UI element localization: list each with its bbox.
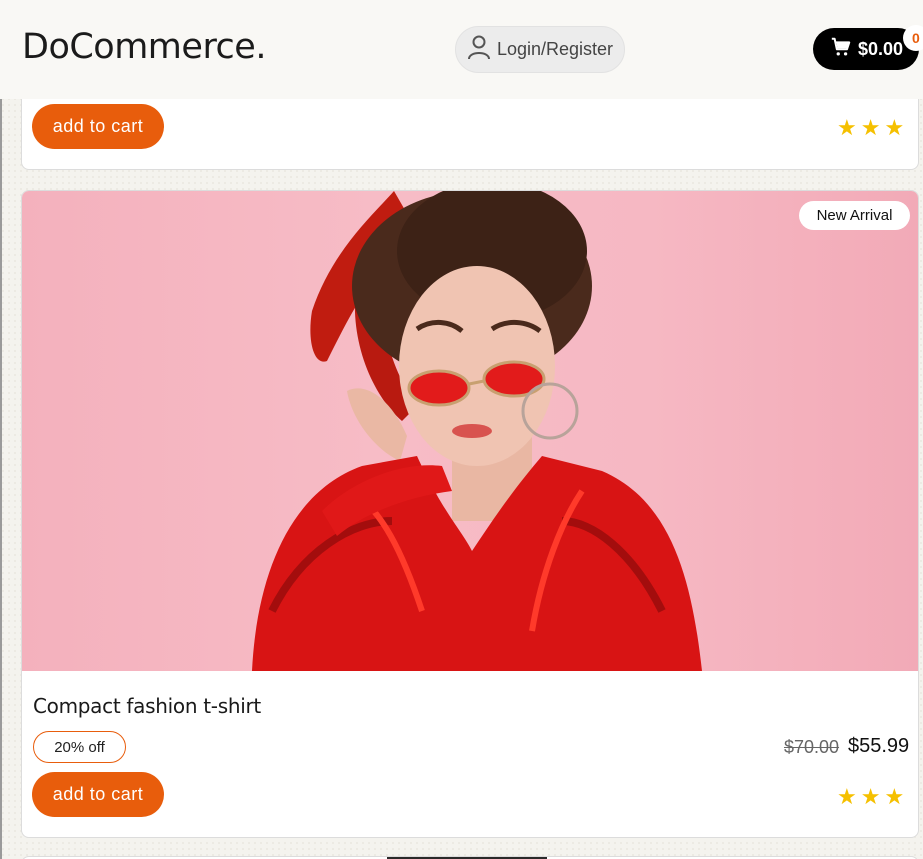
- brand-logo[interactable]: DoCommerce.: [22, 27, 266, 67]
- star-icon: ★: [860, 784, 881, 809]
- original-price: $70.00: [784, 737, 840, 757]
- cart-total: $0.00: [858, 38, 904, 59]
- product-image[interactable]: New Arrival: [22, 191, 918, 671]
- product-card: New Arrival Compact fashion t-shirt 20% …: [21, 190, 919, 838]
- user-icon: [467, 34, 491, 65]
- product-title[interactable]: Compact fashion t-shirt: [33, 694, 261, 718]
- rating-stars: ★ ★ ★: [837, 786, 904, 808]
- site-header: DoCommerce. Login/Register $0.00 0: [0, 0, 923, 99]
- cart-count-badge: 0: [903, 25, 923, 51]
- rating-stars: ★ ★ ★: [837, 117, 904, 139]
- sale-price: $55.99: [848, 735, 910, 757]
- discount-badge: 20% off: [33, 731, 126, 763]
- star-icon: ★: [860, 115, 881, 140]
- cart-icon: [830, 36, 852, 63]
- login-register-label: Login/Register: [496, 39, 614, 59]
- login-register-button[interactable]: Login/Register: [455, 26, 625, 73]
- star-icon: ★: [837, 784, 857, 809]
- new-arrival-badge: New Arrival: [799, 201, 910, 230]
- star-icon: ★: [884, 115, 905, 140]
- product-photo: [252, 191, 702, 671]
- star-icon: ★: [884, 784, 905, 809]
- star-icon: ★: [837, 115, 857, 140]
- left-border: [0, 0, 2, 859]
- add-to-cart-button[interactable]: add to cart: [32, 104, 164, 149]
- add-to-cart-button[interactable]: add to cart: [32, 772, 164, 817]
